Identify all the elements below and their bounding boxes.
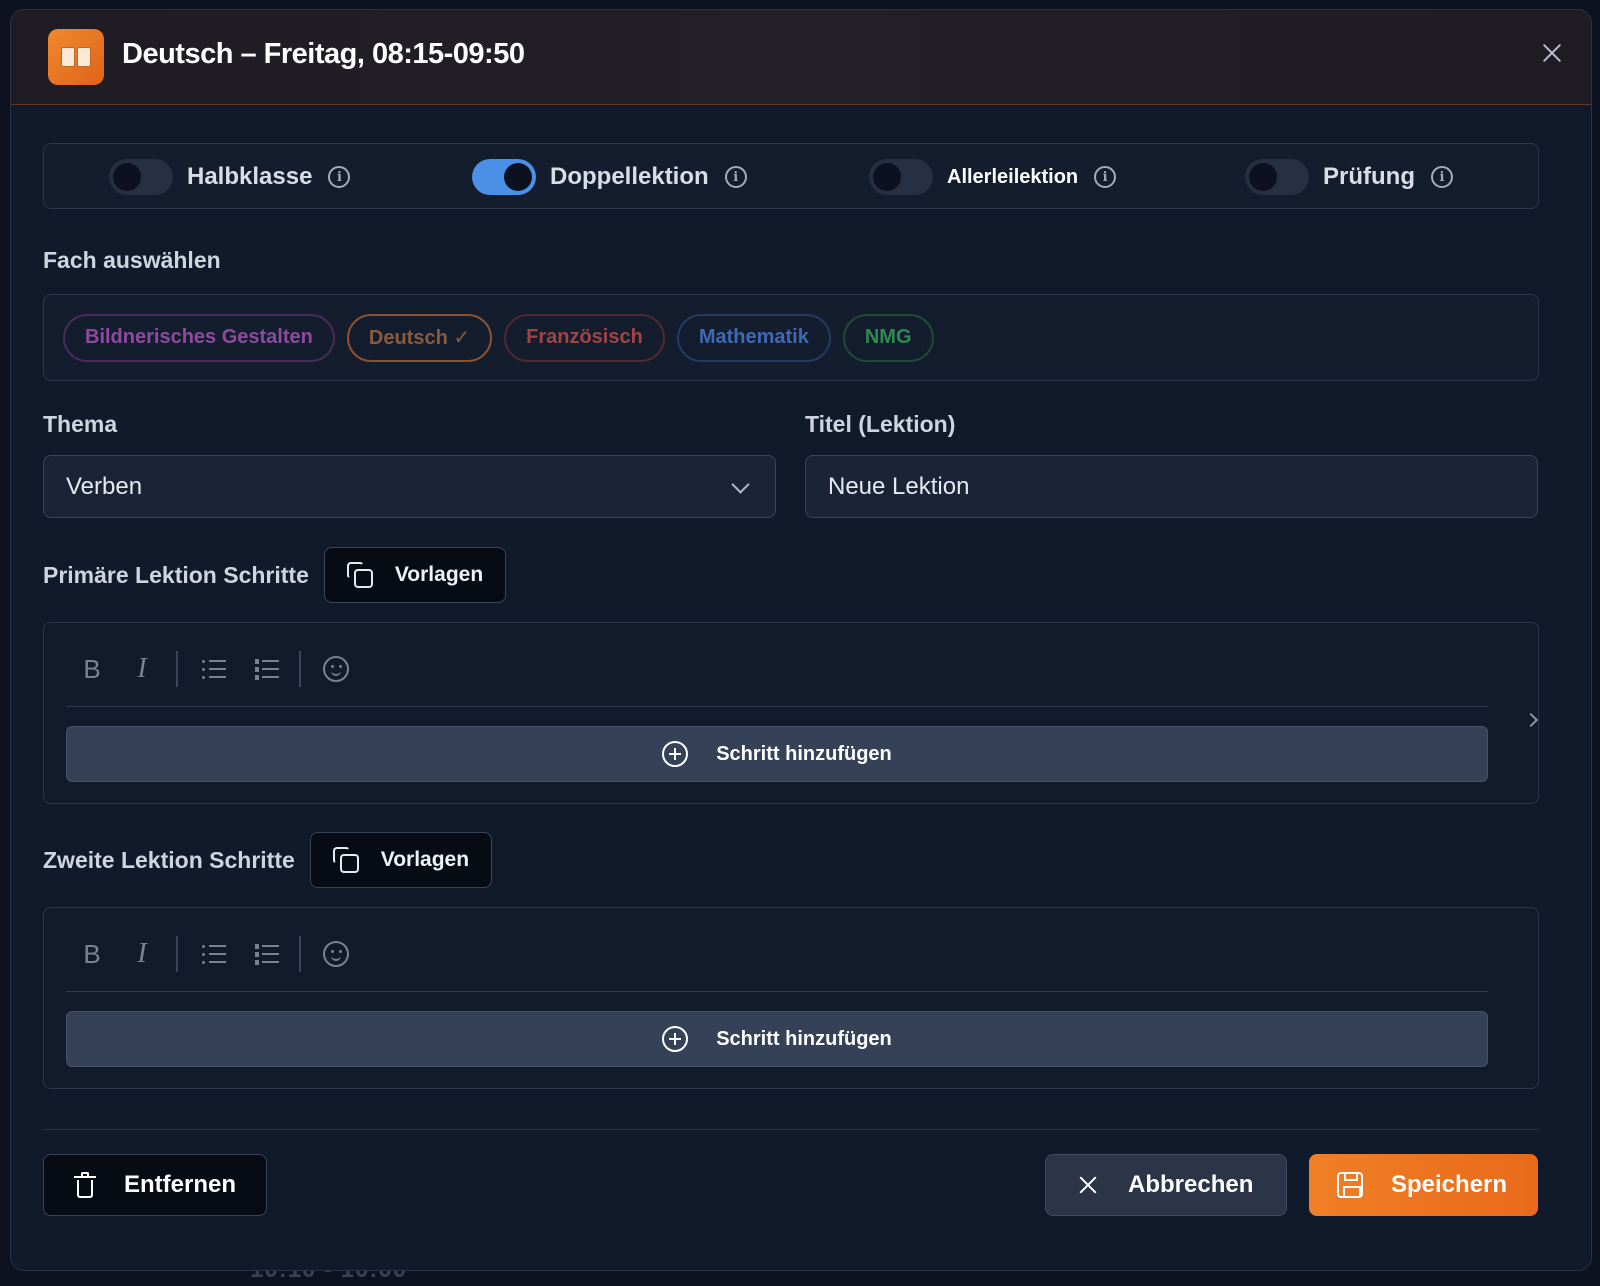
templates-button-label: Vorlagen	[380, 848, 470, 871]
editor-toolbar: B I	[66, 934, 1488, 992]
lesson-title-input[interactable]: Neue Lektion	[805, 455, 1538, 518]
save-icon	[1337, 1172, 1363, 1198]
toggle-label: Halbklasse	[187, 163, 313, 190]
chevron-down-icon	[731, 475, 750, 494]
options-toggle-bar: Halbklasse i Doppellektion i Allerleilek…	[43, 143, 1539, 209]
toggle-pruefung[interactable]: Prüfung i	[1245, 158, 1453, 196]
subject-chip-bildnerisches-gestalten[interactable]: Bildnerisches Gestalten	[63, 313, 335, 362]
toggle-label: Prüfung	[1323, 163, 1415, 190]
primary-templates-button[interactable]: Vorlagen	[323, 547, 507, 603]
primary-steps-label: Primäre Lektion Schritte	[43, 561, 309, 588]
copy-icon	[332, 847, 359, 873]
toggle-doppellektion[interactable]: Doppellektion i	[472, 158, 747, 196]
subject-chip-franzoesisch[interactable]: Französisch	[504, 313, 665, 362]
remove-button[interactable]: Entfernen	[43, 1154, 267, 1216]
cancel-button[interactable]: Abbrechen	[1045, 1154, 1287, 1216]
toggle-halbklasse[interactable]: Halbklasse i	[109, 158, 351, 196]
toolbar-divider	[299, 651, 301, 687]
info-icon[interactable]: i	[328, 166, 351, 188]
plus-circle-icon	[662, 741, 689, 767]
close-icon[interactable]	[1539, 40, 1565, 66]
dialog-header: Deutsch – Freitag, 08:15-09:50	[11, 10, 1591, 105]
close-icon	[1078, 1175, 1098, 1195]
plus-circle-icon	[662, 1026, 689, 1052]
dialog-title: Deutsch – Freitag, 08:15-09:50	[122, 38, 525, 70]
emoji-icon[interactable]	[322, 936, 350, 972]
copy-icon	[346, 562, 373, 588]
numbered-list-icon[interactable]	[253, 651, 281, 687]
allerleilektion-switch[interactable]	[869, 159, 933, 195]
subject-chip-deutsch[interactable]: Deutsch ✓	[346, 313, 493, 362]
theme-value: Verben	[66, 472, 143, 500]
info-icon[interactable]: i	[1430, 166, 1453, 188]
trash-icon	[74, 1172, 96, 1198]
toolbar-divider	[299, 936, 301, 972]
bold-icon[interactable]: B	[80, 651, 104, 687]
subject-chip-mathematik[interactable]: Mathematik	[676, 313, 831, 362]
info-icon[interactable]: i	[1094, 166, 1117, 188]
second-templates-button[interactable]: Vorlagen	[309, 832, 493, 888]
info-icon[interactable]: i	[724, 166, 747, 188]
toggle-label: Allerleilektion	[947, 165, 1079, 188]
lesson-title-label: Titel (Lektion)	[805, 411, 956, 437]
bold-icon[interactable]: B	[80, 936, 104, 972]
primary-add-step-button[interactable]: Schritt hinzufügen	[66, 726, 1488, 782]
open-book-icon	[48, 29, 104, 85]
subject-chip-list: Bildnerisches Gestalten Deutsch ✓ Franzö…	[43, 294, 1539, 381]
bullet-list-icon[interactable]	[200, 651, 228, 687]
toolbar-divider	[176, 936, 178, 972]
second-steps-editor[interactable]: B I Schritt hinzufügen	[43, 907, 1539, 1089]
subject-chip-nmg[interactable]: NMG	[842, 313, 934, 362]
remove-button-label: Entfernen	[124, 1171, 237, 1198]
subject-section-label: Fach auswählen	[43, 247, 221, 273]
add-step-label: Schritt hinzufügen	[716, 1027, 892, 1050]
toggle-allerleilektion[interactable]: Allerleilektion i	[869, 158, 1117, 196]
halbklasse-switch[interactable]	[109, 159, 173, 195]
italic-icon[interactable]: I	[130, 936, 154, 972]
doppellektion-switch[interactable]	[472, 159, 536, 195]
toggle-label: Doppellektion	[550, 163, 709, 190]
add-step-label: Schritt hinzufügen	[716, 742, 892, 765]
bullet-list-icon[interactable]	[200, 936, 228, 972]
emoji-icon[interactable]	[322, 651, 350, 687]
footer-divider	[43, 1129, 1539, 1130]
theme-select[interactable]: Verben	[43, 455, 776, 518]
italic-icon[interactable]: I	[130, 651, 154, 687]
templates-button-label: Vorlagen	[394, 563, 484, 586]
toolbar-divider	[176, 651, 178, 687]
numbered-list-icon[interactable]	[253, 936, 281, 972]
save-button-label: Speichern	[1391, 1171, 1508, 1198]
primary-steps-editor[interactable]: B I Schritt hinzufügen	[43, 622, 1539, 804]
lesson-title-value: Neue Lektion	[828, 472, 970, 500]
save-button[interactable]: Speichern	[1309, 1154, 1538, 1216]
pruefung-switch[interactable]	[1245, 159, 1309, 195]
cancel-button-label: Abbrechen	[1128, 1171, 1254, 1198]
second-steps-label: Zweite Lektion Schritte	[43, 846, 295, 873]
second-add-step-button[interactable]: Schritt hinzufügen	[66, 1011, 1488, 1067]
editor-toolbar: B I	[66, 649, 1488, 707]
theme-label: Thema	[43, 411, 118, 437]
dialog-content: Halbklasse i Doppellektion i Allerleilek…	[43, 143, 1539, 1089]
